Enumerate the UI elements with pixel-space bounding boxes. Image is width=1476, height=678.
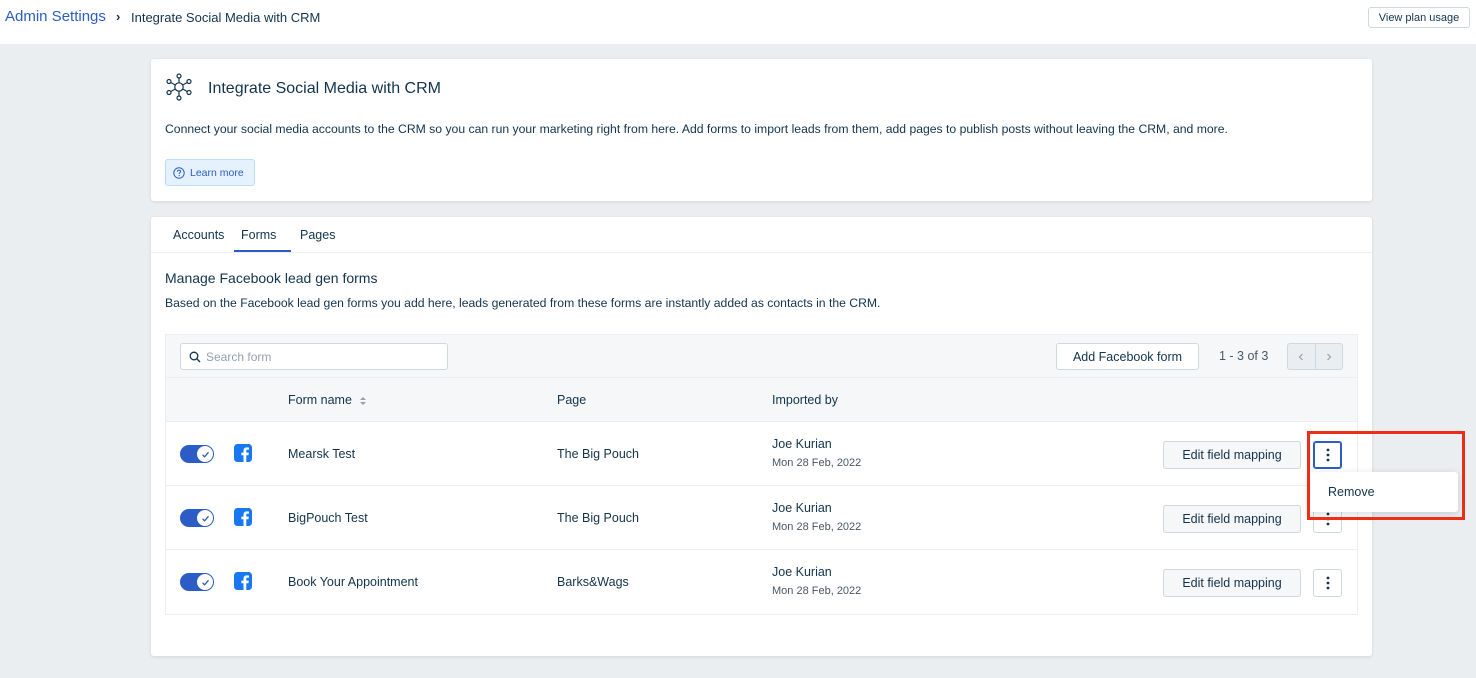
table-toolbar: Add Facebook form 1 - 3 of 3	[166, 335, 1357, 378]
forms-table: Add Facebook form 1 - 3 of 3 Form name P…	[165, 334, 1358, 615]
intro-card: Integrate Social Media with CRM Connect …	[151, 59, 1372, 201]
form-page: The Big Pouch	[557, 511, 639, 525]
facebook-icon	[234, 508, 252, 526]
form-name: Mearsk Test	[288, 447, 356, 461]
imported-date: Mon 28 Feb, 2022	[772, 585, 862, 597]
learn-more-button[interactable]: Learn more	[165, 159, 255, 186]
search-box[interactable]	[180, 343, 448, 370]
imported-by-name: Joe Kurian	[772, 501, 832, 515]
search-icon	[189, 351, 201, 363]
tab-forms[interactable]: Forms	[241, 228, 276, 242]
check-icon	[201, 579, 209, 586]
column-header-imported-by: Imported by	[772, 393, 839, 407]
toggle-knob	[197, 510, 213, 526]
tab-pages[interactable]: Pages	[300, 228, 335, 242]
table-header: Form name Page Imported by	[166, 378, 1357, 422]
menu-item-remove[interactable]: Remove	[1328, 485, 1375, 499]
more-vertical-icon	[1326, 448, 1329, 462]
tab-accounts[interactable]: Accounts	[173, 228, 224, 242]
imported-date: Mon 28 Feb, 2022	[772, 521, 862, 533]
row-more-options-button[interactable]	[1313, 569, 1342, 597]
form-name: Book Your Appointment	[288, 575, 418, 589]
breadcrumb-separator: ›	[116, 9, 121, 24]
chevron-left-icon	[1298, 353, 1304, 360]
intro-description: Connect your social media accounts to th…	[165, 122, 1228, 136]
toggle-knob	[197, 446, 213, 462]
learn-more-label: Learn more	[190, 166, 244, 179]
form-name: BigPouch Test	[288, 511, 368, 525]
facebook-icon	[234, 572, 252, 590]
breadcrumb-admin-settings[interactable]: Admin Settings	[5, 8, 106, 25]
form-enable-toggle[interactable]	[180, 445, 214, 463]
row-options-menu: Remove	[1309, 472, 1458, 512]
view-plan-usage-button[interactable]: View plan usage	[1368, 7, 1470, 28]
section-title: Manage Facebook lead gen forms	[165, 270, 378, 286]
previous-page-button[interactable]	[1288, 344, 1316, 369]
table-row: BigPouch Test The Big Pouch Joe Kurian M…	[166, 486, 1357, 550]
facebook-icon	[234, 444, 252, 462]
imported-by-name: Joe Kurian	[772, 565, 832, 579]
more-vertical-icon	[1326, 576, 1329, 590]
edit-field-mapping-button[interactable]: Edit field mapping	[1163, 505, 1301, 533]
toggle-knob	[197, 574, 213, 590]
edit-field-mapping-button[interactable]: Edit field mapping	[1163, 441, 1301, 469]
imported-by-name: Joe Kurian	[772, 437, 832, 451]
form-page: Barks&Wags	[557, 575, 629, 589]
more-vertical-icon	[1326, 512, 1329, 526]
table-row: Mearsk Test The Big Pouch Joe Kurian Mon…	[166, 422, 1357, 486]
breadcrumb-current: Integrate Social Media with CRM	[131, 10, 321, 25]
table-row: Book Your Appointment Barks&Wags Joe Kur…	[166, 550, 1357, 614]
network-hub-icon	[166, 73, 192, 101]
edit-field-mapping-button[interactable]: Edit field mapping	[1163, 569, 1301, 597]
tab-bar: Accounts Forms Pages	[151, 217, 1372, 253]
next-page-button[interactable]	[1316, 344, 1343, 369]
check-icon	[201, 451, 209, 458]
column-header-form-name[interactable]: Form name	[288, 393, 367, 407]
top-bar: Admin Settings › Integrate Social Media …	[0, 0, 1476, 44]
form-enable-toggle[interactable]	[180, 573, 214, 591]
row-more-options-button[interactable]	[1313, 441, 1342, 469]
column-header-form-name-label: Form name	[288, 393, 352, 407]
form-enable-toggle[interactable]	[180, 509, 214, 527]
column-header-page: Page	[557, 393, 587, 407]
sort-icon[interactable]	[359, 396, 367, 406]
add-facebook-form-button[interactable]: Add Facebook form	[1056, 343, 1199, 370]
form-page: The Big Pouch	[557, 447, 639, 461]
check-icon	[201, 515, 209, 522]
pagination-count: 1 - 3 of 3	[1219, 349, 1269, 363]
chevron-right-icon	[1326, 353, 1332, 360]
section-description: Based on the Facebook lead gen forms you…	[165, 296, 881, 310]
forms-card: Accounts Forms Pages Manage Facebook lea…	[151, 217, 1372, 656]
page-title: Integrate Social Media with CRM	[208, 80, 441, 97]
search-input[interactable]	[206, 348, 436, 365]
imported-date: Mon 28 Feb, 2022	[772, 457, 862, 469]
help-circle-icon	[173, 166, 185, 179]
pagination-controls	[1287, 343, 1343, 370]
active-tab-indicator	[234, 250, 291, 252]
